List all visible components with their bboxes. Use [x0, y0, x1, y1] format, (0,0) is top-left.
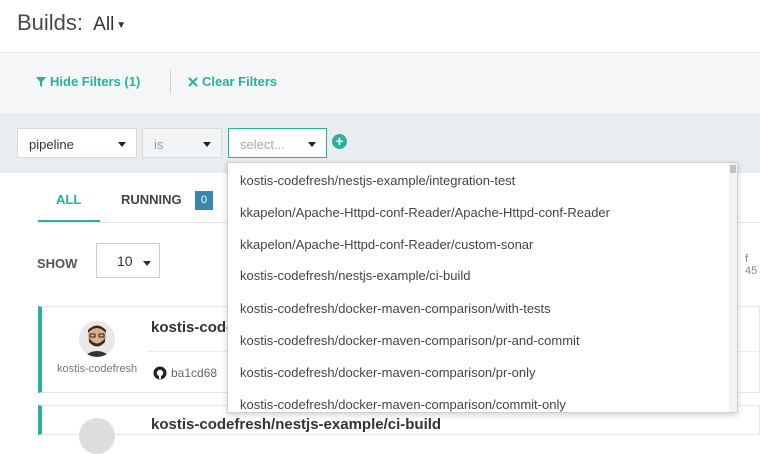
chevron-down-icon — [203, 142, 211, 147]
clear-filters-label: Clear Filters — [202, 74, 278, 89]
running-count-badge: 0 — [195, 191, 213, 210]
chevron-down-icon — [143, 261, 151, 266]
pipeline-dropdown: kostis-codefresh/nestjs-example/integrat… — [227, 162, 738, 413]
page-size-select[interactable]: 10 — [96, 243, 160, 278]
tab-all-label: ALL — [56, 192, 82, 207]
build-title[interactable]: kostis-codefresh/nestjs-example/ci-build — [151, 416, 441, 433]
page-size-value: 10 — [117, 253, 133, 269]
page-title-label: Builds: — [17, 10, 84, 35]
tab-running-label: RUNNING — [121, 192, 182, 207]
build-author: kostis-codefresh — [57, 363, 138, 375]
filter-operator-value: is — [154, 137, 164, 152]
filter-value-placeholder: select... — [240, 137, 285, 152]
clear-filters-button[interactable]: Clear Filters — [188, 74, 277, 89]
divider — [170, 70, 171, 94]
scrollbar-thumb[interactable] — [730, 165, 736, 173]
show-label: SHOW — [37, 256, 78, 271]
close-icon — [188, 77, 198, 87]
filter-field-value: pipeline — [29, 137, 74, 152]
filter-field-select[interactable]: pipeline — [17, 128, 137, 158]
dropdown-option[interactable]: kostis-codefresh/nestjs-example/ci-build — [240, 268, 470, 283]
builds-scope-dropdown[interactable]: All ▼ — [93, 14, 126, 35]
filters-bar: Hide Filters (1) Clear Filters — [0, 53, 760, 113]
page-title: Builds: All ▼ — [17, 10, 126, 36]
dropdown-option[interactable]: kostis-codefresh/docker-maven-comparison… — [240, 333, 580, 348]
caret-down-icon: ▼ — [116, 20, 127, 31]
add-filter-icon[interactable]: + — [332, 134, 347, 149]
filter-operator-select[interactable]: is — [142, 128, 222, 158]
hide-filters-label: Hide Filters (1) — [50, 74, 141, 89]
commit-sha[interactable]: ba1cd68 — [153, 366, 217, 380]
avatar-icon — [79, 321, 115, 357]
chevron-down-icon — [118, 142, 126, 147]
results-count-text: f 45 — [745, 253, 758, 277]
chevron-down-icon — [308, 142, 316, 147]
filter-icon — [36, 77, 46, 87]
dropdown-option[interactable]: kostis-codefresh/nestjs-example/integrat… — [240, 173, 515, 188]
tab-all[interactable]: ALL — [38, 192, 100, 223]
builds-scope-value: All — [93, 14, 115, 35]
dropdown-option[interactable]: kostis-codefresh/docker-maven-comparison… — [240, 365, 536, 380]
dropdown-option[interactable]: kkapelon/Apache-Httpd-conf-Reader/custom… — [240, 237, 533, 252]
github-icon — [153, 366, 167, 380]
build-title[interactable]: kostis-code — [151, 319, 234, 336]
dropdown-option[interactable]: kkapelon/Apache-Httpd-conf-Reader/Apache… — [240, 205, 610, 220]
tab-running[interactable]: RUNNING — [121, 192, 182, 207]
avatar — [79, 321, 115, 357]
commit-sha-value: ba1cd68 — [171, 366, 218, 380]
hide-filters-button[interactable]: Hide Filters (1) — [36, 74, 140, 89]
dropdown-scrollbar[interactable] — [729, 163, 737, 412]
dropdown-option[interactable]: kostis-codefresh/docker-maven-comparison… — [240, 397, 566, 412]
dropdown-option[interactable]: kostis-codefresh/docker-maven-comparison… — [240, 301, 551, 316]
avatar — [79, 418, 115, 454]
page-header: Builds: All ▼ — [0, 0, 760, 53]
filter-value-select[interactable]: select... — [228, 128, 327, 158]
